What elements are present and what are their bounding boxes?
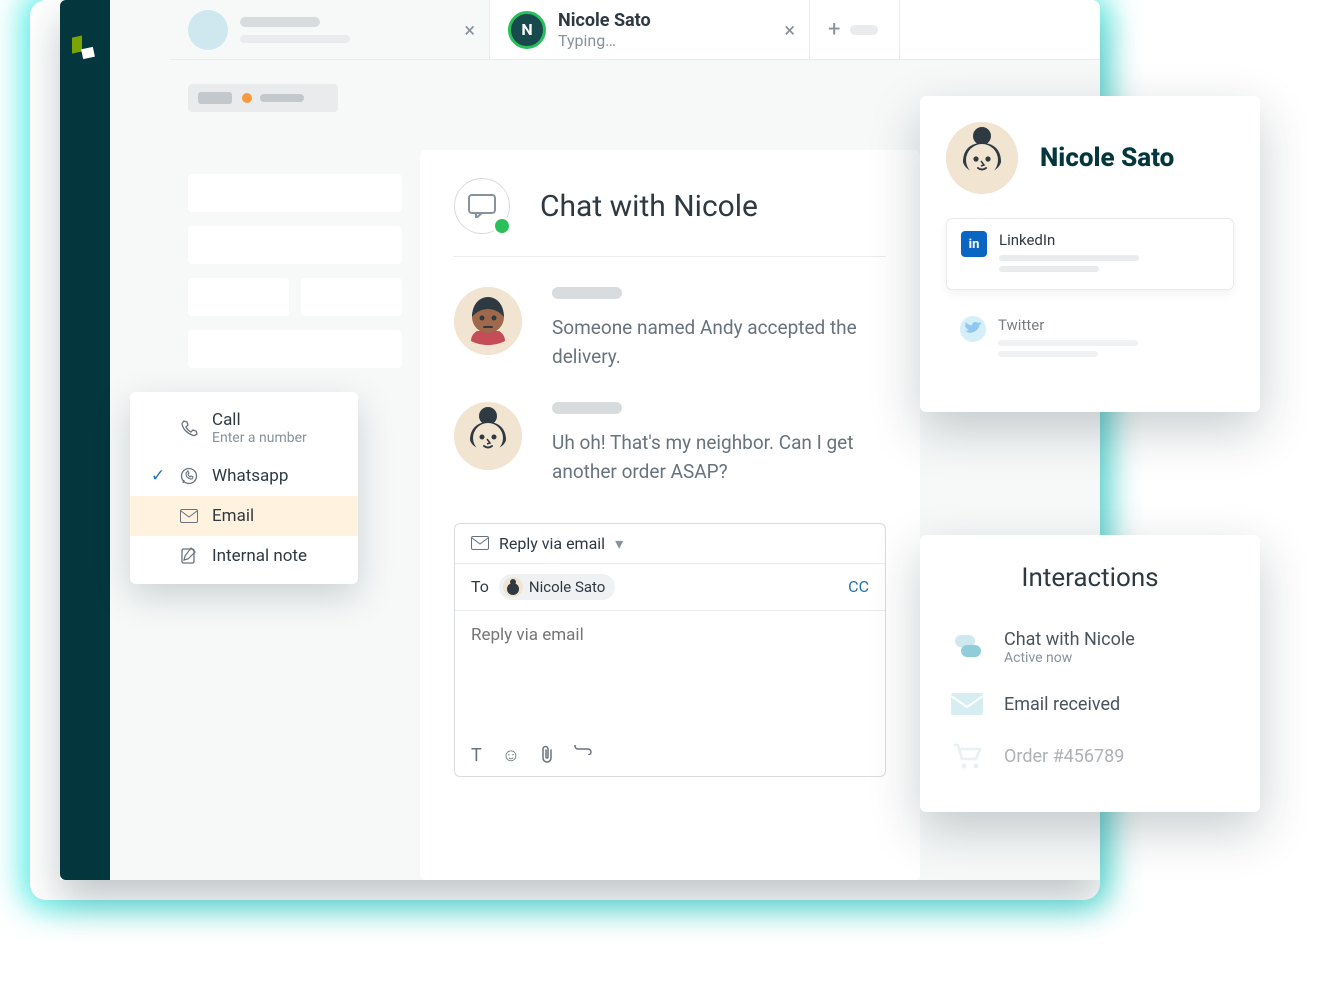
cart-icon	[950, 742, 984, 770]
twitter-icon	[960, 316, 986, 342]
avatar	[946, 122, 1018, 194]
app-nav-rail	[60, 0, 110, 880]
menu-label: Internal note	[212, 546, 307, 566]
sidebar-row[interactable]	[188, 226, 402, 264]
to-row: To Nicole Sato CC	[455, 564, 885, 611]
social-twitter[interactable]: Twitter	[946, 304, 1234, 374]
conversation-title: Chat with Nicole	[540, 189, 758, 224]
whatsapp-icon	[180, 467, 198, 485]
note-icon	[180, 547, 198, 565]
conversation-panel: Chat with Nicole Someone named Andy acce…	[420, 150, 920, 880]
interactions-card: Interactions Chat with Nicole Active now…	[920, 535, 1260, 812]
menu-label: Whatsapp	[212, 466, 288, 486]
to-label: To	[471, 577, 489, 596]
avatar	[454, 287, 522, 355]
message-text: Someone named Andy accepted the delivery…	[552, 313, 886, 372]
tab-subtitle: Typing…	[558, 31, 651, 50]
social-linkedin[interactable]: in LinkedIn	[946, 218, 1234, 290]
avatar-placeholder	[188, 10, 228, 50]
reply-mode-label: Reply via email	[499, 534, 605, 553]
emoji-icon[interactable]: ☺	[502, 745, 520, 766]
profile-card: Nicole Sato in LinkedIn Twitter	[920, 96, 1260, 412]
menu-item-internal-note[interactable]: Internal note	[130, 536, 358, 576]
close-icon[interactable]: ×	[784, 20, 795, 40]
social-label: LinkedIn	[999, 231, 1139, 249]
interaction-row[interactable]: Chat with Nicole Active now	[950, 617, 1230, 678]
profile-name: Nicole Sato	[1040, 143, 1174, 173]
message-text: Uh oh! That's my neighbor. Can I get ano…	[552, 428, 886, 487]
menu-item-email[interactable]: Email	[130, 496, 358, 536]
presence-dot-icon	[493, 217, 511, 235]
interaction-row[interactable]: Email received	[950, 678, 1230, 730]
reply-textarea[interactable]	[455, 611, 885, 731]
new-tab-button[interactable]: +	[810, 0, 900, 59]
composer-toolbar: T ☺	[455, 735, 885, 776]
mail-icon	[180, 509, 198, 523]
check-icon: ✓	[150, 466, 166, 486]
mail-icon	[950, 690, 984, 718]
interaction-title: Chat with Nicole	[1004, 629, 1135, 650]
cc-button[interactable]: CC	[848, 577, 869, 596]
interaction-title: Order #456789	[1004, 746, 1124, 767]
chat-icon	[454, 178, 510, 234]
link-icon[interactable]	[574, 745, 592, 766]
interactions-title: Interactions	[950, 563, 1230, 593]
text-format-icon[interactable]: T	[471, 745, 482, 766]
chevron-down-icon: ▾	[615, 534, 623, 553]
sidebar-row[interactable]	[301, 278, 402, 316]
phone-icon	[180, 419, 198, 437]
menu-sublabel: Enter a number	[212, 430, 307, 446]
menu-item-call[interactable]: Call Enter a number	[130, 400, 358, 456]
channel-menu: Call Enter a number ✓ Whatsapp Email Int…	[130, 392, 358, 584]
mail-icon	[471, 536, 489, 550]
linkedin-icon: in	[961, 231, 987, 257]
brand-logo	[70, 34, 98, 62]
sidebar-row[interactable]	[188, 330, 402, 368]
recipient-chip[interactable]: Nicole Sato	[499, 574, 615, 600]
interaction-title: Email received	[1004, 694, 1120, 715]
menu-item-whatsapp[interactable]: ✓ Whatsapp	[130, 456, 358, 496]
interaction-row[interactable]: Order #456789	[950, 730, 1230, 782]
menu-label: Call	[212, 410, 307, 430]
close-icon[interactable]: ×	[464, 20, 475, 40]
chat-bubble-icon	[950, 634, 984, 662]
tab-title: Nicole Sato	[558, 10, 651, 31]
menu-label: Email	[212, 506, 254, 526]
message: Someone named Andy accepted the delivery…	[454, 287, 886, 372]
composer: Reply via email ▾ To Nicole Sato CC	[454, 523, 886, 777]
avatar: N	[508, 11, 546, 49]
avatar	[454, 402, 522, 470]
tab-bar: × N Nicole Sato Typing… × +	[170, 0, 1100, 60]
message: Uh oh! That's my neighbor. Can I get ano…	[454, 402, 886, 487]
status-selector[interactable]	[188, 84, 338, 112]
interaction-subtitle: Active now	[1004, 650, 1135, 666]
tab-inactive[interactable]: ×	[170, 0, 490, 59]
reply-mode-selector[interactable]: Reply via email ▾	[455, 524, 885, 564]
social-label: Twitter	[998, 316, 1138, 334]
tab-active[interactable]: N Nicole Sato Typing… ×	[490, 0, 810, 59]
status-dot-icon	[242, 93, 252, 103]
sidebar-row[interactable]	[188, 278, 289, 316]
sidebar-row[interactable]	[188, 174, 402, 212]
attachment-icon[interactable]	[540, 745, 554, 766]
plus-icon: +	[828, 17, 840, 42]
